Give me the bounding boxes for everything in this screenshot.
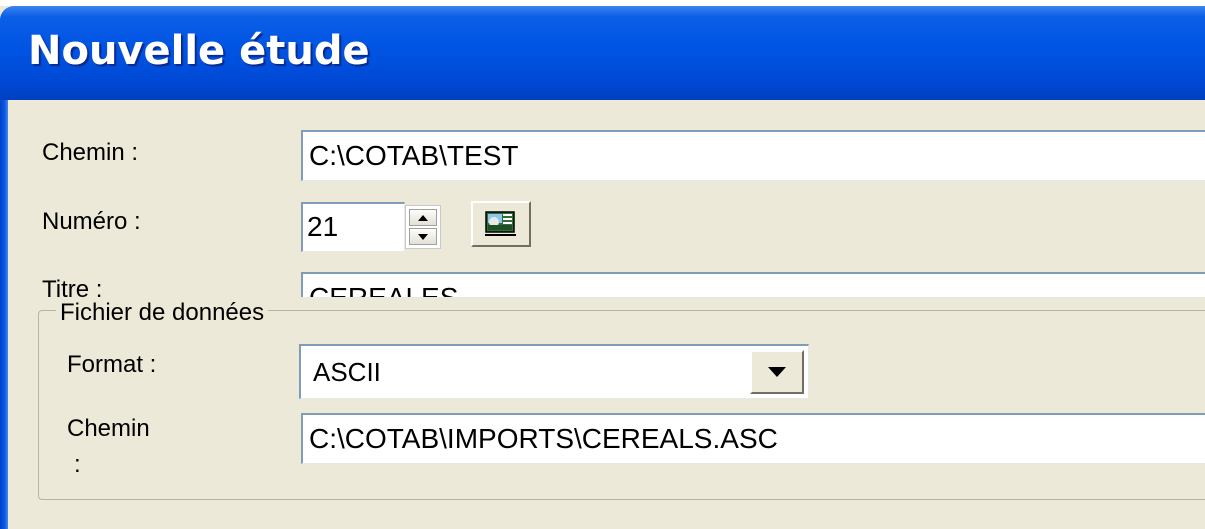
spin-up-icon <box>418 215 428 221</box>
generate-image-button[interactable] <box>471 201 531 247</box>
format-select[interactable]: ASCII <box>299 344 809 399</box>
numero-spinner[interactable] <box>405 205 441 249</box>
numero-input[interactable]: 21 <box>301 202 405 252</box>
image-generate-icon <box>485 211 516 236</box>
format-select-value: ASCII <box>313 357 381 387</box>
chevron-down-icon <box>768 367 786 377</box>
dialog-window: Nouvelle étude Chemin : C:\COTAB\TEST Nu… <box>0 6 1205 529</box>
window-title: Nouvelle étude <box>28 28 370 74</box>
titre-row-clip: Titre : CEREALES <box>0 268 1205 297</box>
file-path-label: Chemin <box>67 415 150 442</box>
format-dropdown-button[interactable] <box>750 350 804 394</box>
numero-label: Numéro : <box>42 208 141 235</box>
data-file-group-title: Fichier de données <box>56 299 269 327</box>
titre-input[interactable]: CEREALES <box>301 272 1205 297</box>
window-left-border <box>0 100 8 529</box>
file-path-label-colon: : <box>74 451 81 478</box>
title-bar[interactable]: Nouvelle étude <box>0 6 1205 100</box>
spin-down-icon <box>418 234 428 240</box>
chemin-label: Chemin : <box>42 139 139 166</box>
chemin-input[interactable]: C:\COTAB\TEST <box>301 130 1205 181</box>
data-file-group <box>38 310 1205 500</box>
spin-down-button[interactable] <box>409 228 437 245</box>
file-path-input[interactable]: C:\COTAB\IMPORTS\CEREALS.ASC <box>301 413 1205 464</box>
titre-label: Titre : <box>42 276 103 297</box>
spin-up-button[interactable] <box>409 209 437 226</box>
format-label: Format : <box>67 351 157 378</box>
